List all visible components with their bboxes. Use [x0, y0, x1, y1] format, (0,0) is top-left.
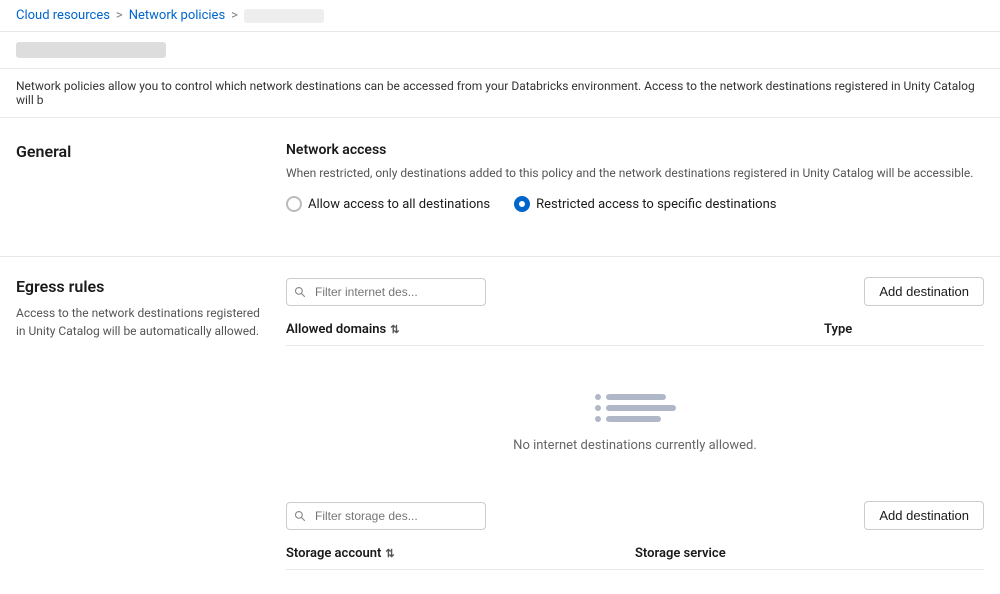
storage-filter-input[interactable] — [286, 502, 486, 530]
col-storage-account: Storage account ⇅ — [286, 546, 635, 561]
breadcrumb-sep-1: > — [116, 8, 123, 23]
egress-title: Egress rules — [16, 277, 262, 296]
storage-filter-add-row: Add destination — [286, 501, 984, 530]
sort-icon-domains[interactable]: ⇅ — [390, 323, 399, 336]
egress-right-panel: Add destination Allowed domains ⇅ Type — [286, 277, 984, 570]
divider-general-egress — [0, 256, 1000, 257]
internet-filter-add-row: Add destination — [286, 277, 984, 306]
col-type: Type — [824, 322, 984, 337]
empty-message: No internet destinations currently allow… — [513, 438, 757, 453]
radio-all-label: Allow access to all destinations — [308, 197, 490, 212]
general-left-panel: General — [16, 142, 286, 212]
radio-allow-all[interactable]: Allow access to all destinations — [286, 196, 490, 212]
policy-name-bar — [0, 32, 1000, 69]
radio-restricted-label: Restricted access to specific destinatio… — [536, 197, 776, 212]
internet-filter-input[interactable] — [286, 278, 486, 306]
empty-dot-3 — [595, 416, 601, 422]
internet-empty-state: No internet destinations currently allow… — [286, 354, 984, 493]
storage-account-label: Storage account — [286, 546, 381, 561]
storage-search-icon — [294, 510, 306, 522]
sort-icon-storage[interactable]: ⇅ — [385, 547, 394, 560]
policy-name-blur — [16, 42, 166, 58]
general-title: General — [16, 142, 262, 161]
info-text: Network policies allow you to control wh… — [16, 79, 975, 107]
egress-section: Egress rules Access to the network desti… — [0, 277, 1000, 594]
network-access-desc: When restricted, only destinations added… — [286, 164, 984, 182]
egress-left-panel: Egress rules Access to the network desti… — [16, 277, 286, 570]
empty-icon-row-1 — [595, 394, 676, 400]
radio-circle-restricted — [514, 196, 530, 212]
col-allowed-domains: Allowed domains ⇅ — [286, 322, 824, 337]
search-icon — [294, 286, 306, 298]
breadcrumb-network[interactable]: Network policies — [129, 8, 225, 23]
empty-line-1 — [606, 394, 666, 400]
radio-restricted[interactable]: Restricted access to specific destinatio… — [514, 196, 776, 212]
radio-circle-all — [286, 196, 302, 212]
allowed-domains-label: Allowed domains — [286, 322, 386, 337]
internet-filter-wrap — [286, 278, 486, 306]
general-right-panel: Network access When restricted, only des… — [286, 142, 984, 212]
empty-dot-2 — [595, 405, 601, 411]
storage-filter-wrap — [286, 502, 486, 530]
breadcrumb-sep-2: > — [231, 8, 238, 23]
storage-table-header: Storage account ⇅ Storage service — [286, 546, 984, 570]
breadcrumb: Cloud resources > Network policies > — [0, 0, 1000, 32]
breadcrumb-cloud[interactable]: Cloud resources — [16, 8, 110, 23]
empty-dot-1 — [595, 394, 601, 400]
empty-line-2 — [606, 405, 676, 411]
breadcrumb-page — [244, 9, 324, 23]
network-access-title: Network access — [286, 142, 984, 158]
empty-icon — [595, 394, 676, 422]
empty-icon-row-2 — [595, 405, 676, 411]
empty-line-3 — [606, 416, 661, 422]
add-internet-destination-button[interactable]: Add destination — [864, 277, 984, 306]
internet-table-header: Allowed domains ⇅ Type — [286, 322, 984, 346]
radio-group: Allow access to all destinations Restric… — [286, 196, 984, 212]
add-storage-destination-button[interactable]: Add destination — [864, 501, 984, 530]
egress-desc: Access to the network destinations regis… — [16, 304, 262, 340]
info-banner: Network policies allow you to control wh… — [0, 69, 1000, 118]
col-storage-service: Storage service — [635, 546, 984, 561]
general-section: General Network access When restricted, … — [0, 118, 1000, 236]
empty-icon-row-3 — [595, 416, 676, 422]
